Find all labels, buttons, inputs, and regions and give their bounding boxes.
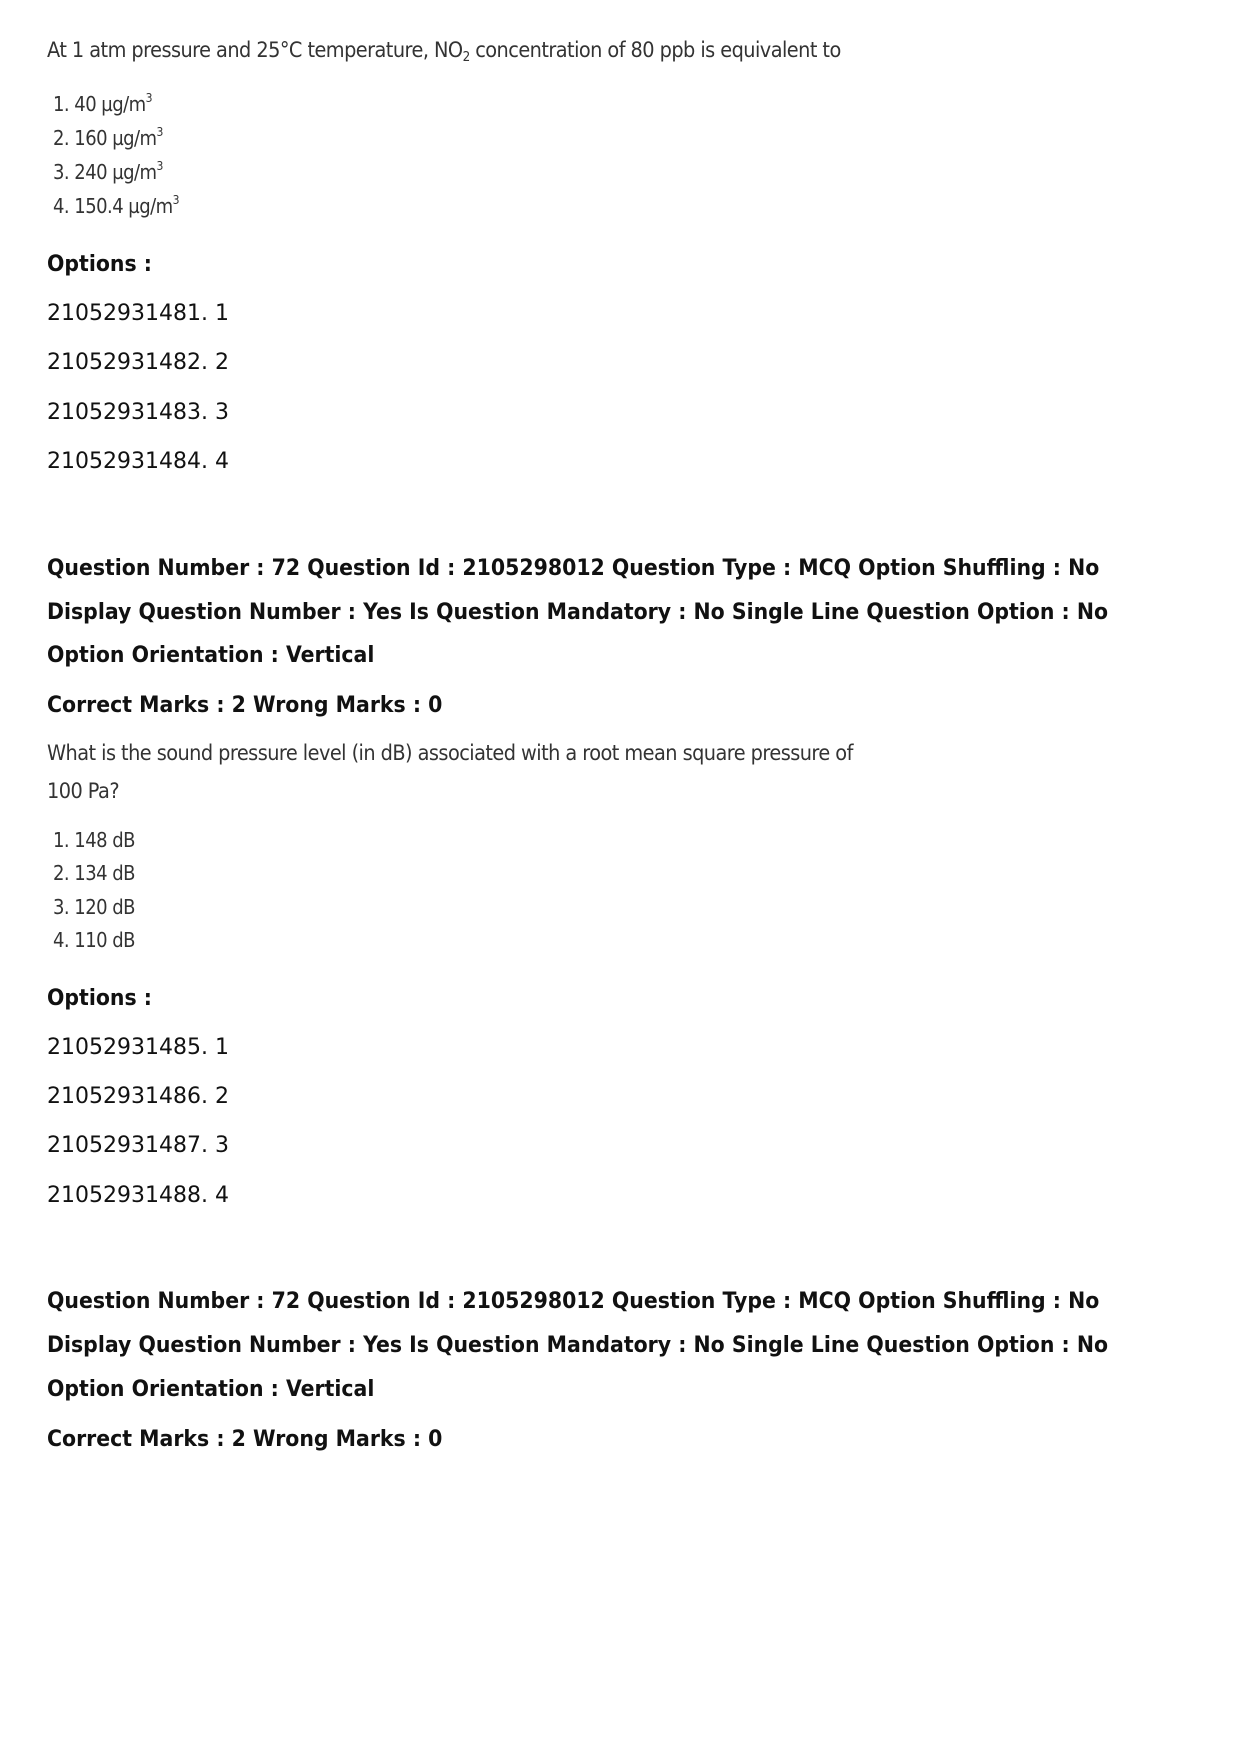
marks-line: Correct Marks : 2 Wrong Marks : 0	[47, 693, 443, 718]
question-meta-line: Display Question Number : Yes Is Questio…	[47, 600, 1109, 625]
question-b-stem: What is the sound pressure level (in dB)…	[47, 741, 853, 803]
superscript: 3	[172, 193, 180, 207]
marks-line: Correct Marks : 2 Wrong Marks : 0	[47, 1427, 443, 1452]
option-item: 21052931486. 2	[47, 1084, 229, 1109]
question-b-choice: 2. 134 dB	[53, 861, 135, 885]
options-heading: Options :	[47, 986, 152, 1011]
question-b-choice: 4. 110 dB	[53, 928, 135, 952]
option-item: 21052931488. 4	[47, 1183, 229, 1208]
question-b-choice: 1. 148 dB	[53, 828, 135, 852]
question-a-choice: 2. 160 µg/m3	[53, 126, 163, 150]
question-meta-line: Question Number : 72 Question Id : 21052…	[47, 556, 1100, 581]
choice-text: 3. 240 µg/m	[53, 160, 157, 184]
question-b-choice: 3. 120 dB	[53, 895, 135, 919]
option-item: 21052931483. 3	[47, 400, 229, 425]
question-a-stem: At 1 atm pressure and 25°C temperature, …	[47, 38, 841, 64]
option-item: 21052931487. 3	[47, 1133, 229, 1158]
superscript: 3	[145, 91, 153, 105]
question-meta-line: Option Orientation : Vertical	[47, 643, 375, 668]
question-a-choice: 4. 150.4 µg/m3	[53, 193, 180, 218]
question-meta-line: Option Orientation : Vertical	[47, 1377, 375, 1402]
options-heading: Options :	[47, 252, 152, 277]
stem-text: At 1 atm pressure and 25°C temperature, …	[47, 38, 463, 62]
option-item: 21052931481. 1	[47, 301, 229, 326]
question-meta-line: Question Number : 72 Question Id : 21052…	[47, 1289, 1100, 1314]
choice-text: 1. 40 µg/m	[53, 92, 146, 116]
question-a-choice: 1. 40 µg/m3	[53, 92, 152, 116]
question-meta-line: Display Question Number : Yes Is Questio…	[47, 1333, 1109, 1358]
question-a-choice: 3. 240 µg/m3	[53, 160, 163, 184]
superscript: 3	[156, 159, 164, 173]
stem-text: concentration of 80 ppb is equivalent to	[469, 38, 841, 62]
option-item: 21052931482. 2	[47, 350, 229, 375]
superscript: 3	[156, 125, 164, 139]
choice-text: 2. 160 µg/m	[53, 126, 157, 150]
option-item: 21052931485. 1	[47, 1035, 229, 1060]
option-item: 21052931484. 4	[47, 449, 229, 474]
choice-text: 4. 150.4 µg/m	[53, 194, 173, 218]
